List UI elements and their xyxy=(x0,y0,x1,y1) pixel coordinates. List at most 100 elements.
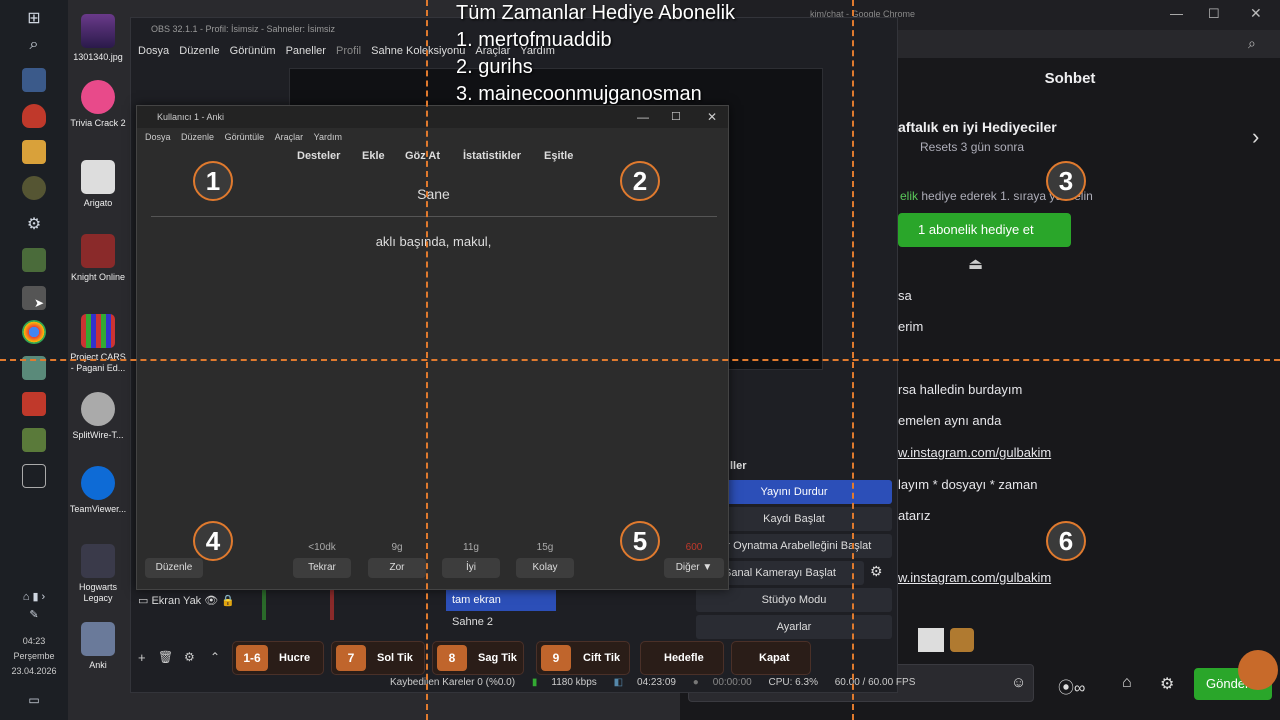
settings-button[interactable]: Ayarlar xyxy=(696,615,892,639)
audio-meter xyxy=(330,590,370,620)
stream-icon: ◧ xyxy=(613,677,624,688)
gift-prompt-highlight: elik xyxy=(900,189,919,203)
anydesk-icon[interactable] xyxy=(22,392,46,416)
desktop-icon-splitwire[interactable]: SplitWire-T... xyxy=(68,392,128,441)
window-icon[interactable] xyxy=(22,464,46,488)
toolbar-sync[interactable]: Eşitle xyxy=(544,150,573,162)
anki-title: Kullanıcı 1 - Anki xyxy=(157,112,225,122)
anki-menu-file[interactable]: Dosya xyxy=(145,132,171,142)
obs-menu-edit[interactable]: Düzenle xyxy=(179,45,219,57)
obs-menu-file[interactable]: Dosya xyxy=(138,45,169,57)
trivia-crack-icon xyxy=(81,80,115,114)
chat-message: layım * dosyayı * zaman xyxy=(898,477,1038,492)
card-divider xyxy=(151,216,717,217)
studio-mode-button[interactable]: Stüdyo Modu xyxy=(696,588,892,612)
anki-star-icon xyxy=(81,622,115,656)
zoom-icon[interactable]: ⌕ xyxy=(1248,35,1256,52)
bitrate-icon: ▮ xyxy=(531,677,538,688)
obs-menu-scene-collection[interactable]: Sahne Koleksiyonu xyxy=(371,45,465,57)
more-button[interactable]: Diğer ▼ xyxy=(664,558,724,578)
notification-icon[interactable]: ▭ xyxy=(22,688,46,712)
toolbar-decks[interactable]: Desteler xyxy=(297,150,340,162)
store-icon[interactable]: ⌂ xyxy=(1122,674,1132,692)
toolbar-browse[interactable]: Göz At xyxy=(405,150,440,162)
emote-cat-icon xyxy=(950,628,974,652)
source-properties-icon[interactable]: ⚙ xyxy=(184,650,195,664)
obs-menu-profile[interactable]: Profil xyxy=(336,45,361,57)
clock-time[interactable]: 04:23 xyxy=(0,634,68,649)
computer-icon[interactable] xyxy=(22,68,46,92)
settings-gear-icon[interactable]: ⚙ xyxy=(22,212,46,236)
desktop-icon-trivia[interactable]: Trivia Crack 2 xyxy=(68,80,128,129)
project-cars-icon xyxy=(81,314,115,348)
interval-easy: 15g xyxy=(536,542,554,553)
anki-maximize-icon[interactable]: ☐ xyxy=(671,106,681,128)
remove-source-icon[interactable]: 🗑 xyxy=(158,650,173,664)
close-icon[interactable]: ✕ xyxy=(1250,5,1262,22)
chevron-right-icon[interactable]: › xyxy=(1252,124,1259,150)
obs-menu-docks[interactable]: Paneller xyxy=(286,45,326,57)
chat-link[interactable]: w.instagram.com/gulbakim xyxy=(898,570,1051,585)
chat-settings-icon[interactable]: ⚙ xyxy=(1160,674,1174,694)
audio-meter xyxy=(262,590,302,620)
easy-button[interactable]: Kolay xyxy=(516,558,574,578)
zone-number: 3 xyxy=(1046,161,1086,201)
gift-sub-button[interactable]: 1 abonelik hediye et xyxy=(898,213,1071,247)
desktop-icon-anki[interactable]: Anki xyxy=(68,622,128,671)
anki-close-icon[interactable]: ✕ xyxy=(707,106,717,128)
good-button[interactable]: İyi xyxy=(442,558,500,578)
game-icon[interactable] xyxy=(22,248,46,272)
hard-button[interactable]: Zor xyxy=(368,558,426,578)
maximize-icon[interactable]: ☐ xyxy=(1208,6,1220,22)
anki-menu-help[interactable]: Yardım xyxy=(314,132,342,142)
desktop-icon-label: 1301340.jpg xyxy=(73,52,123,62)
anki-menu-view[interactable]: Görüntüle xyxy=(225,132,265,142)
hint-label: Kapat xyxy=(759,652,790,664)
fps: 60.00 / 60.00 FPS xyxy=(834,677,916,688)
desktop-icon-image[interactable]: 1301340.jpg xyxy=(68,14,128,63)
desktop-icon-hogwarts[interactable]: Hogwarts Legacy xyxy=(68,544,128,604)
toolbar-add[interactable]: Ekle xyxy=(362,150,385,162)
desktop-icon-pcars[interactable]: Project CARS - Pagani Ed... xyxy=(68,314,128,374)
minimize-icon[interactable]: — xyxy=(1170,6,1183,21)
desktop-icon-arigato[interactable]: Arigato xyxy=(68,160,128,209)
chat-link[interactable]: w.instagram.com/gulbakim xyxy=(898,445,1051,460)
chrome-icon[interactable] xyxy=(22,320,46,344)
remaining-count: 600 xyxy=(685,542,703,553)
again-button[interactable]: Tekrar xyxy=(293,558,351,578)
scene-item[interactable]: Sahne 2 xyxy=(446,612,556,633)
edit-button[interactable]: Düzenle xyxy=(145,558,203,578)
desktop-icon-teamviewer[interactable]: TeamViewer... xyxy=(68,466,128,515)
anki-menu-tools[interactable]: Araçlar xyxy=(275,132,304,142)
gifter-title: aftalık en iyi Hediyeciler xyxy=(898,119,1057,135)
hogwarts-legacy-icon xyxy=(81,544,115,578)
windows-start-icon[interactable]: ⊞ xyxy=(22,6,46,30)
desktop-icon-knight[interactable]: Knight Online xyxy=(68,234,128,283)
desktop-icon-label: Knight Online xyxy=(70,272,126,282)
search-icon[interactable]: ⌕ xyxy=(22,33,46,57)
desktop-icon-label: TeamViewer... xyxy=(69,504,127,514)
virtual-camera-gear-icon[interactable]: ⚙ xyxy=(870,563,883,580)
move-up-icon[interactable]: ⌃ xyxy=(210,650,220,664)
anki-menu-edit[interactable]: Düzenle xyxy=(181,132,214,142)
anki-titlebar: Kullanıcı 1 - Anki — ☐ ✕ xyxy=(137,106,728,128)
chat-message: emelen aynı anda xyxy=(898,413,1002,428)
obs-icon[interactable] xyxy=(22,176,46,200)
anki-minimize-icon[interactable]: — xyxy=(637,106,649,128)
channel-points-icon[interactable]: ⦿∞ xyxy=(1058,674,1085,698)
emoji-icon[interactable]: ☺ xyxy=(1011,674,1026,691)
add-source-icon[interactable]: + xyxy=(138,650,146,665)
toolbar-stats[interactable]: İstatistikler xyxy=(463,150,521,162)
obs-menu-view[interactable]: Görünüm xyxy=(230,45,276,57)
source-item[interactable]: ▭ Ekran Yak 👁 🔒 xyxy=(138,594,235,607)
top-gifter: 1. mertofmuaddib xyxy=(456,29,612,51)
card-back: aklı başında, makul, xyxy=(375,234,492,249)
desktop-icon-label: Trivia Crack 2 xyxy=(70,118,126,128)
brave-browser-icon[interactable] xyxy=(22,104,46,128)
notepad-icon[interactable] xyxy=(22,428,46,452)
collapse-icon[interactable]: ⏏ xyxy=(968,254,983,274)
scene-item[interactable]: tam ekran xyxy=(446,590,556,611)
hint-label: Cift Tik xyxy=(583,652,621,664)
pen-icon[interactable]: ✎ xyxy=(22,602,46,626)
folder-icon[interactable] xyxy=(22,140,46,164)
